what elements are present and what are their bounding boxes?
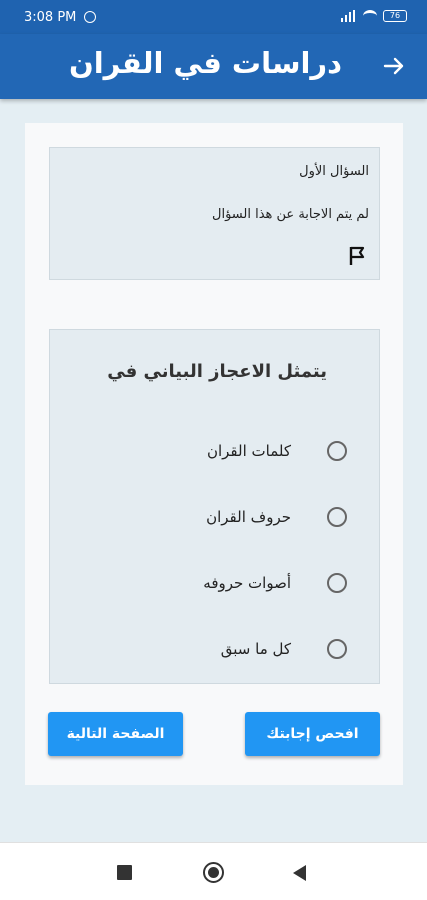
app-bar: دراسات في القران	[0, 34, 427, 99]
radio-button[interactable]	[327, 507, 347, 527]
option-label: كل ما سبق	[220, 640, 291, 658]
status-bar: 3:08 PM 76	[0, 0, 427, 34]
wifi-icon	[363, 10, 377, 22]
option-label: أصوات حروفه	[203, 574, 291, 592]
radio-button[interactable]	[327, 441, 347, 461]
home-circle-icon[interactable]	[203, 862, 224, 883]
question-info-panel: السؤال الأول لم يتم الاجابة عن هذا السؤا…	[49, 147, 380, 280]
option-label: كلمات القران	[206, 442, 291, 460]
option-4[interactable]: كل ما سبق	[87, 629, 347, 669]
next-page-button[interactable]: الصفحة التالية	[48, 712, 183, 756]
question-status-label: لم يتم الاجابة عن هذا السؤال	[212, 207, 369, 222]
recents-square-icon[interactable]	[117, 865, 132, 880]
page-title: دراسات في القران	[68, 46, 342, 80]
status-icons: 76	[341, 10, 407, 22]
quiz-card: السؤال الأول لم يتم الاجابة عن هذا السؤا…	[25, 123, 403, 785]
arrow-right-icon	[383, 57, 404, 75]
question-text: يتمثل الاعجاز البياني في	[107, 361, 327, 382]
back-button[interactable]	[379, 51, 409, 81]
flag-icon[interactable]	[347, 245, 367, 267]
option-3[interactable]: أصوات حروفه	[87, 563, 347, 603]
status-time: 3:08 PM	[24, 10, 77, 25]
radio-button[interactable]	[327, 573, 347, 593]
check-answer-button[interactable]: افحص إجابتك	[245, 712, 380, 756]
radio-button[interactable]	[327, 639, 347, 659]
question-box: يتمثل الاعجاز البياني في كلمات القران حر…	[49, 329, 380, 684]
system-nav-bar	[0, 842, 427, 900]
back-triangle-icon[interactable]	[293, 865, 306, 881]
option-2[interactable]: حروف القران	[87, 497, 347, 537]
question-number-label: السؤال الأول	[299, 164, 369, 179]
option-1[interactable]: كلمات القران	[87, 431, 347, 471]
alarm-icon	[84, 11, 96, 23]
option-label: حروف القران	[206, 508, 291, 526]
battery-icon: 76	[383, 10, 407, 22]
signal-icon	[341, 10, 357, 22]
